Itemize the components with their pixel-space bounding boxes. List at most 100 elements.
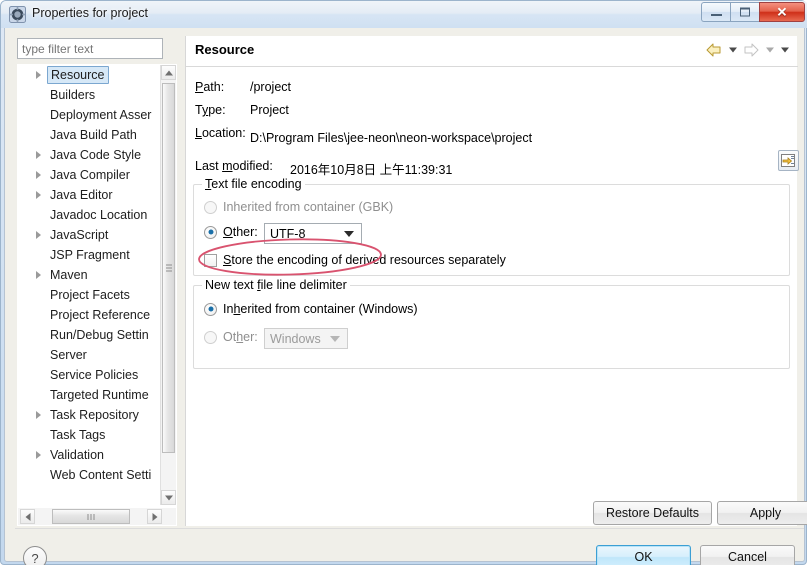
minimize-icon bbox=[711, 14, 722, 16]
maximize-button[interactable] bbox=[730, 2, 759, 22]
vertical-scroll-thumb[interactable] bbox=[162, 83, 175, 453]
tree-item-targeted-runtime[interactable]: Targeted Runtime bbox=[18, 385, 163, 405]
tree-item-run-debug-settin[interactable]: Run/Debug Settin bbox=[18, 325, 163, 345]
triangle-right-icon bbox=[152, 512, 157, 521]
tree-item-server[interactable]: Server bbox=[18, 345, 163, 365]
page-view-menu[interactable] bbox=[778, 41, 791, 59]
scroll-right-button[interactable] bbox=[147, 509, 162, 524]
header-divider bbox=[186, 66, 798, 67]
apply-button[interactable]: Apply bbox=[717, 501, 807, 525]
delimiter-other-option[interactable]: Other: bbox=[204, 330, 258, 344]
back-button[interactable] bbox=[704, 41, 724, 59]
tree-item-web-content-setti[interactable]: Web Content Setti bbox=[18, 465, 163, 485]
triangle-up-icon bbox=[164, 70, 173, 75]
radio-icon bbox=[204, 200, 217, 214]
expand-arrow-icon[interactable] bbox=[36, 271, 41, 279]
expand-arrow-icon[interactable] bbox=[36, 411, 41, 419]
expand-arrow-icon[interactable] bbox=[36, 151, 41, 159]
close-icon: ✕ bbox=[776, 4, 788, 20]
chevron-down-icon bbox=[728, 47, 737, 53]
window-caption-buttons: ✕ bbox=[701, 2, 805, 23]
cancel-label: Cancel bbox=[728, 550, 767, 564]
open-location-button[interactable] bbox=[778, 150, 799, 171]
delimiter-inherited-option[interactable]: Inherited from container (Windows) bbox=[204, 302, 418, 316]
cancel-button[interactable]: Cancel bbox=[700, 545, 795, 565]
tree-item-label: Resource bbox=[47, 66, 109, 84]
chevron-down-icon bbox=[765, 47, 774, 53]
tree-item-jsp-fragment[interactable]: JSP Fragment bbox=[18, 245, 163, 265]
expand-arrow-icon[interactable] bbox=[36, 231, 41, 239]
expand-arrow-icon[interactable] bbox=[36, 71, 41, 79]
window-titlebar: Properties for project ✕ bbox=[1, 1, 807, 28]
expand-arrow-icon[interactable] bbox=[36, 191, 41, 199]
forward-history-dropdown[interactable] bbox=[763, 41, 776, 59]
encoding-combo[interactable]: UTF-8 bbox=[264, 223, 362, 244]
type-value-wrap: Project bbox=[250, 103, 289, 117]
triangle-down-icon bbox=[164, 495, 173, 500]
restore-defaults-label: Restore Defaults bbox=[605, 506, 700, 520]
store-derived-encoding-option[interactable]: Store the encoding of derived resources … bbox=[204, 253, 506, 267]
restore-defaults-button[interactable]: Restore Defaults bbox=[593, 501, 712, 525]
tree-item-project-reference[interactable]: Project Reference bbox=[18, 305, 163, 325]
tree-item-label: Java Editor bbox=[50, 188, 113, 202]
triangle-left-icon bbox=[25, 512, 30, 521]
checkbox-icon bbox=[204, 253, 217, 267]
properties-tree-list[interactable]: Resource Builders Deployment Asser Java Bui… bbox=[18, 65, 163, 505]
scroll-up-button[interactable] bbox=[161, 65, 176, 80]
properties-tree-panel: Resource Builders Deployment Asser Java Bui… bbox=[17, 64, 177, 526]
tree-item-builders[interactable]: Builders bbox=[18, 85, 163, 105]
filter-input[interactable] bbox=[17, 38, 163, 59]
tree-item-service-policies[interactable]: Service Policies bbox=[18, 365, 163, 385]
line-delimiter-group: New text file line delimiter Inherited f… bbox=[193, 278, 790, 369]
open-folder-arrow-icon bbox=[781, 154, 795, 167]
scroll-down-button[interactable] bbox=[161, 490, 176, 505]
expand-arrow-icon[interactable] bbox=[36, 451, 41, 459]
tree-item-javascript[interactable]: JavaScript bbox=[18, 225, 163, 245]
forward-button[interactable] bbox=[741, 41, 761, 59]
tree-item-label: Server bbox=[50, 348, 87, 362]
chevron-down-icon bbox=[780, 47, 789, 53]
scroll-left-button[interactable] bbox=[20, 509, 35, 524]
tree-item-resource[interactable]: Resource bbox=[18, 65, 163, 85]
location-value: D:\Program Files\jee-neon\neon-workspace… bbox=[250, 131, 533, 145]
encoding-inherited-option[interactable]: Inherited from container (GBK) bbox=[204, 200, 393, 214]
tree-item-java-compiler[interactable]: Java Compiler bbox=[18, 165, 163, 185]
radio-icon bbox=[204, 302, 217, 316]
path-value-wrap: /project bbox=[250, 80, 291, 94]
back-history-dropdown[interactable] bbox=[726, 41, 739, 59]
page-header: Resource bbox=[186, 36, 798, 67]
tree-vertical-scrollbar[interactable] bbox=[160, 65, 176, 505]
radio-icon bbox=[204, 330, 217, 344]
tree-item-label: Run/Debug Settin bbox=[50, 328, 149, 342]
tree-item-java-build-path[interactable]: Java Build Path bbox=[18, 125, 163, 145]
minimize-button[interactable] bbox=[701, 2, 730, 22]
tree-item-javadoc-location[interactable]: Javadoc Location bbox=[18, 205, 163, 225]
tree-item-validation[interactable]: Validation bbox=[18, 445, 163, 465]
chevron-down-icon bbox=[330, 335, 340, 342]
forward-arrow-icon bbox=[744, 43, 759, 57]
scroll-thumb-grip-icon bbox=[87, 514, 95, 520]
tree-item-task-repository[interactable]: Task Repository bbox=[18, 405, 163, 425]
tree-item-java-code-style[interactable]: Java Code Style bbox=[18, 145, 163, 165]
tree-item-label: JavaScript bbox=[50, 228, 109, 242]
properties-dialog-window: Properties for project ✕ Res bbox=[0, 0, 807, 565]
encoding-other-option[interactable]: Other: bbox=[204, 225, 258, 239]
tree-horizontal-scrollbar[interactable] bbox=[18, 508, 176, 525]
close-button[interactable]: ✕ bbox=[759, 2, 805, 22]
delimiter-combo[interactable]: Windows bbox=[264, 328, 348, 349]
tree-item-java-editor[interactable]: Java Editor bbox=[18, 185, 163, 205]
text-file-encoding-title: Text file encoding bbox=[202, 177, 305, 191]
tree-item-project-facets[interactable]: Project Facets bbox=[18, 285, 163, 305]
tree-item-label: Service Policies bbox=[50, 368, 139, 382]
help-button[interactable]: ? bbox=[23, 546, 47, 565]
tree-item-deployment-asser[interactable]: Deployment Asser bbox=[18, 105, 163, 125]
tree-item-task-tags[interactable]: Task Tags bbox=[18, 425, 163, 445]
page-title: Resource bbox=[195, 42, 255, 57]
type-label: Type: bbox=[195, 103, 226, 117]
horizontal-scroll-thumb[interactable] bbox=[52, 509, 130, 524]
expand-arrow-icon[interactable] bbox=[36, 171, 41, 179]
store-derived-encoding-label: Store the encoding of derived resources … bbox=[223, 253, 506, 267]
tree-item-maven[interactable]: Maven bbox=[18, 265, 163, 285]
ok-button[interactable]: OK bbox=[596, 545, 691, 565]
tree-item-label: Builders bbox=[50, 88, 96, 102]
